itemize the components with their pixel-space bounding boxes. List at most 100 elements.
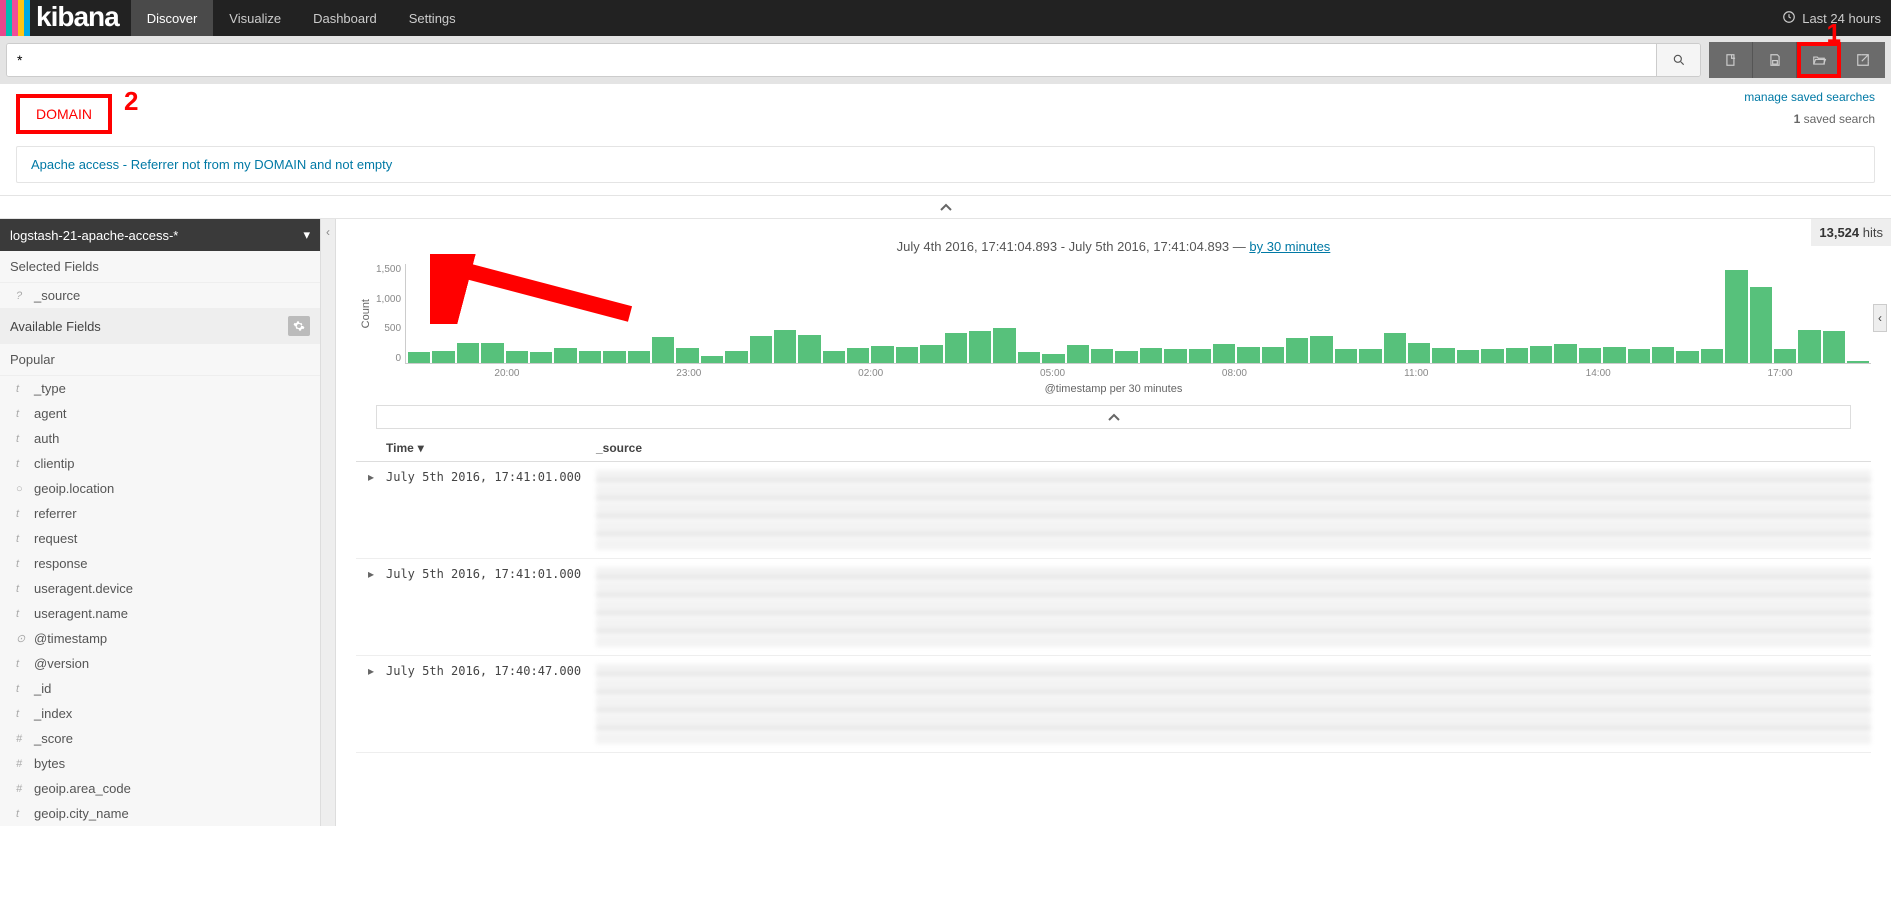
bar[interactable] [676,348,698,363]
col-source-header[interactable]: _source [596,441,1871,455]
open-search-button[interactable]: 1 [1797,42,1841,78]
bar[interactable] [1286,338,1308,363]
field-source[interactable]: ?_source [0,283,320,308]
bar[interactable] [1652,347,1674,363]
tab-discover[interactable]: Discover [131,0,214,36]
bar[interactable] [1823,331,1845,363]
bar[interactable] [432,351,454,363]
bar[interactable] [798,335,820,363]
bar[interactable] [1847,361,1869,363]
field-agent[interactable]: tagent [0,401,320,426]
bar[interactable] [457,343,479,363]
bar[interactable] [1481,349,1503,363]
bar[interactable] [871,346,893,363]
tab-settings[interactable]: Settings [393,0,472,36]
saved-search-filter-input[interactable]: DOMAIN [16,94,112,134]
expand-row[interactable]: ▸ [356,567,386,647]
bars-area[interactable] [405,264,1871,364]
bar[interactable] [969,331,991,363]
expand-row[interactable]: ▸ [356,470,386,550]
share-button[interactable] [1841,42,1885,78]
bar[interactable] [506,351,528,363]
save-search-button[interactable] [1753,42,1797,78]
field-auth[interactable]: tauth [0,426,320,451]
docs-collapse[interactable] [376,405,1851,429]
field--id[interactable]: t_id [0,676,320,701]
bar[interactable] [774,330,796,363]
bar[interactable] [1091,349,1113,363]
bar[interactable] [945,333,967,363]
bar[interactable] [1359,349,1381,363]
bar[interactable] [408,352,430,363]
bar[interactable] [823,351,845,363]
new-search-button[interactable] [1709,42,1753,78]
field-geoip-area-code[interactable]: #geoip.area_code [0,776,320,801]
bar[interactable] [1554,344,1576,363]
bar[interactable] [1774,349,1796,363]
expand-row[interactable]: ▸ [356,664,386,744]
field-response[interactable]: tresponse [0,551,320,576]
bar[interactable] [1408,343,1430,363]
bar[interactable] [1067,345,1089,363]
bar[interactable] [993,328,1015,363]
bar[interactable] [750,336,772,363]
bar[interactable] [1335,349,1357,363]
search-button[interactable] [1656,44,1700,76]
field--type[interactable]: t_type [0,376,320,401]
bar[interactable] [1213,344,1235,363]
bar[interactable] [1164,349,1186,363]
bar[interactable] [1750,287,1772,363]
field-request[interactable]: trequest [0,526,320,551]
field--version[interactable]: t@version [0,651,320,676]
field-settings-button[interactable] [288,316,310,336]
bar[interactable] [1457,350,1479,363]
bar[interactable] [1798,330,1820,363]
bar[interactable] [1189,349,1211,363]
bar[interactable] [1725,270,1747,363]
bar[interactable] [1628,349,1650,363]
field--score[interactable]: #_score [0,726,320,751]
bar[interactable] [1042,354,1064,363]
bar[interactable] [1237,347,1259,363]
bar[interactable] [652,337,674,363]
interval-link[interactable]: by 30 minutes [1249,239,1330,254]
bar[interactable] [603,351,625,363]
chart-collapse[interactable]: ‹ [1873,304,1887,332]
saved-search-result[interactable]: Apache access - Referrer not from my DOM… [16,146,1875,183]
bar[interactable] [920,345,942,363]
bar[interactable] [530,352,552,363]
bar[interactable] [579,351,601,363]
bar[interactable] [1262,347,1284,363]
bar[interactable] [1701,349,1723,363]
tab-visualize[interactable]: Visualize [213,0,297,36]
bar[interactable] [1579,348,1601,363]
bar[interactable] [896,347,918,363]
index-pattern-select[interactable]: logstash-21-apache-access-* ▾ [0,219,320,251]
bar[interactable] [1676,351,1698,363]
field-useragent-name[interactable]: tuseragent.name [0,601,320,626]
bar[interactable] [1140,348,1162,363]
bar[interactable] [1384,333,1406,363]
sidebar-collapse[interactable]: ‹ [320,219,336,826]
field--index[interactable]: t_index [0,701,320,726]
bar[interactable] [1310,336,1332,363]
field-bytes[interactable]: #bytes [0,751,320,776]
field-useragent-device[interactable]: tuseragent.device [0,576,320,601]
query-input[interactable] [7,44,1656,76]
field-referrer[interactable]: treferrer [0,501,320,526]
field-geoip-city-name[interactable]: tgeoip.city_name [0,801,320,826]
bar[interactable] [1115,351,1137,363]
histogram-chart[interactable]: Count 1,500 1,000 500 0 ‹ [336,264,1891,364]
bar[interactable] [725,351,747,363]
bar[interactable] [701,356,723,363]
bar[interactable] [1506,348,1528,363]
manage-saved-link[interactable]: manage saved searches [1744,90,1875,104]
bar[interactable] [481,343,503,363]
field-clientip[interactable]: tclientip [0,451,320,476]
field--timestamp[interactable]: ⊙@timestamp [0,626,320,651]
tab-dashboard[interactable]: Dashboard [297,0,393,36]
logo[interactable]: kibana [0,0,131,36]
field-geoip-location[interactable]: ○geoip.location [0,476,320,501]
bar[interactable] [554,348,576,363]
col-time-header[interactable]: Time ▾ [386,441,596,455]
